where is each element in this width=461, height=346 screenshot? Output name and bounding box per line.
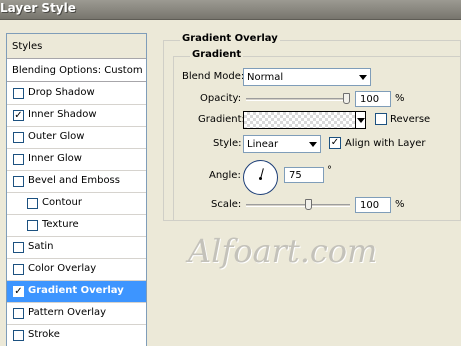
style-value: Linear	[247, 139, 279, 150]
style-item-gradient-overlay[interactable]: ✓ Gradient Overlay	[7, 281, 146, 303]
style-item-drop-shadow[interactable]: Drop Shadow	[7, 83, 146, 105]
gradient-group-title: Gradient	[190, 49, 244, 60]
style-item-label: Color Overlay	[28, 263, 97, 274]
style-item-texture[interactable]: Texture	[7, 215, 146, 237]
align-with-layer-checkbox[interactable]: ✓	[329, 137, 341, 149]
chevron-down-icon	[359, 75, 367, 80]
style-checkbox[interactable]	[13, 176, 24, 187]
style-item-outer-glow[interactable]: Outer Glow	[7, 127, 146, 149]
reverse-checkbox[interactable]	[375, 113, 387, 125]
angle-center	[259, 177, 262, 180]
watermark: Alfoart.com	[188, 232, 378, 270]
gradient-overlay-title: Gradient Overlay	[180, 33, 280, 44]
style-checkbox[interactable]	[27, 198, 38, 209]
style-select[interactable]: Linear	[243, 135, 321, 153]
styles-header-label: Styles	[12, 41, 43, 52]
reverse-label: Reverse	[390, 114, 431, 125]
style-checkbox[interactable]	[13, 308, 24, 319]
styles-panel: Styles Blending Options: Custom Drop Sha…	[6, 33, 147, 346]
angle-value: 75	[289, 170, 302, 181]
opacity-slider-track[interactable]	[246, 98, 350, 101]
style-item-label: Inner Glow	[28, 153, 82, 164]
style-label: Style:	[213, 138, 242, 149]
window-title: Layer Style	[0, 1, 76, 15]
title-bar: Layer Style	[0, 0, 461, 20]
style-item-label: Satin	[28, 241, 54, 252]
scale-value: 100	[360, 200, 380, 211]
style-item-label: Texture	[42, 219, 79, 230]
opacity-slider-thumb[interactable]	[343, 93, 350, 104]
gradient-label: Gradient:	[198, 114, 245, 125]
style-item-label: Gradient Overlay	[28, 285, 124, 296]
style-item-label: Inner Shadow	[28, 109, 97, 120]
blending-options-item[interactable]: Blending Options: Custom	[7, 60, 146, 82]
style-item-pattern-overlay[interactable]: Pattern Overlay	[7, 303, 146, 325]
style-checkbox[interactable]	[27, 220, 38, 231]
chevron-down-icon	[309, 142, 317, 147]
scale-label: Scale:	[211, 199, 242, 210]
style-checkbox[interactable]	[13, 88, 24, 99]
gradient-preview[interactable]	[243, 111, 365, 129]
opacity-unit: %	[395, 93, 405, 104]
angle-dial[interactable]	[243, 160, 278, 195]
style-item-label: Drop Shadow	[28, 87, 95, 98]
opacity-value: 100	[360, 94, 380, 105]
opacity-label: Opacity:	[200, 93, 242, 104]
style-item-label: Stroke	[28, 329, 60, 340]
style-checkbox[interactable]	[13, 242, 24, 253]
checkmark-icon: ✓	[330, 137, 340, 148]
style-checkbox[interactable]	[13, 132, 24, 143]
scale-slider-thumb[interactable]	[305, 199, 312, 210]
gradient-picker-button[interactable]	[355, 111, 366, 129]
style-item-color-overlay[interactable]: Color Overlay	[7, 259, 146, 281]
align-with-layer-label: Align with Layer	[345, 138, 426, 149]
style-item-contour[interactable]: Contour	[7, 193, 146, 215]
style-item-stroke[interactable]: Stroke	[7, 325, 146, 346]
checkmark-icon: ✓	[14, 110, 23, 121]
style-checkbox[interactable]	[13, 330, 24, 341]
styles-header[interactable]: Styles	[7, 34, 146, 59]
angle-unit: °	[327, 165, 332, 176]
style-item-satin[interactable]: Satin	[7, 237, 146, 259]
style-checkbox[interactable]: ✓	[13, 286, 24, 297]
style-item-inner-glow[interactable]: Inner Glow	[7, 149, 146, 171]
blending-options-label: Blending Options: Custom	[12, 65, 143, 76]
style-item-label: Bevel and Emboss	[28, 175, 120, 186]
angle-label: Angle:	[209, 170, 241, 181]
scale-unit: %	[395, 199, 405, 210]
blend-mode-value: Normal	[247, 72, 284, 83]
style-item-label: Contour	[42, 197, 82, 208]
blend-mode-select[interactable]: Normal	[243, 68, 371, 86]
chevron-down-icon	[357, 118, 365, 123]
scale-input[interactable]: 100	[355, 197, 391, 213]
style-item-label: Outer Glow	[28, 131, 85, 142]
blend-mode-label: Blend Mode:	[182, 71, 245, 82]
style-checkbox[interactable]	[13, 264, 24, 275]
style-item-label: Pattern Overlay	[28, 307, 107, 318]
style-checkbox[interactable]: ✓	[13, 110, 24, 121]
opacity-input[interactable]: 100	[355, 91, 391, 107]
style-item-bevel-and-emboss[interactable]: Bevel and Emboss	[7, 171, 146, 193]
checkmark-icon: ✓	[14, 286, 23, 297]
style-item-inner-shadow[interactable]: ✓ Inner Shadow	[7, 105, 146, 127]
scale-slider-track[interactable]	[246, 204, 350, 207]
angle-input[interactable]: 75	[284, 167, 324, 183]
style-checkbox[interactable]	[13, 154, 24, 165]
